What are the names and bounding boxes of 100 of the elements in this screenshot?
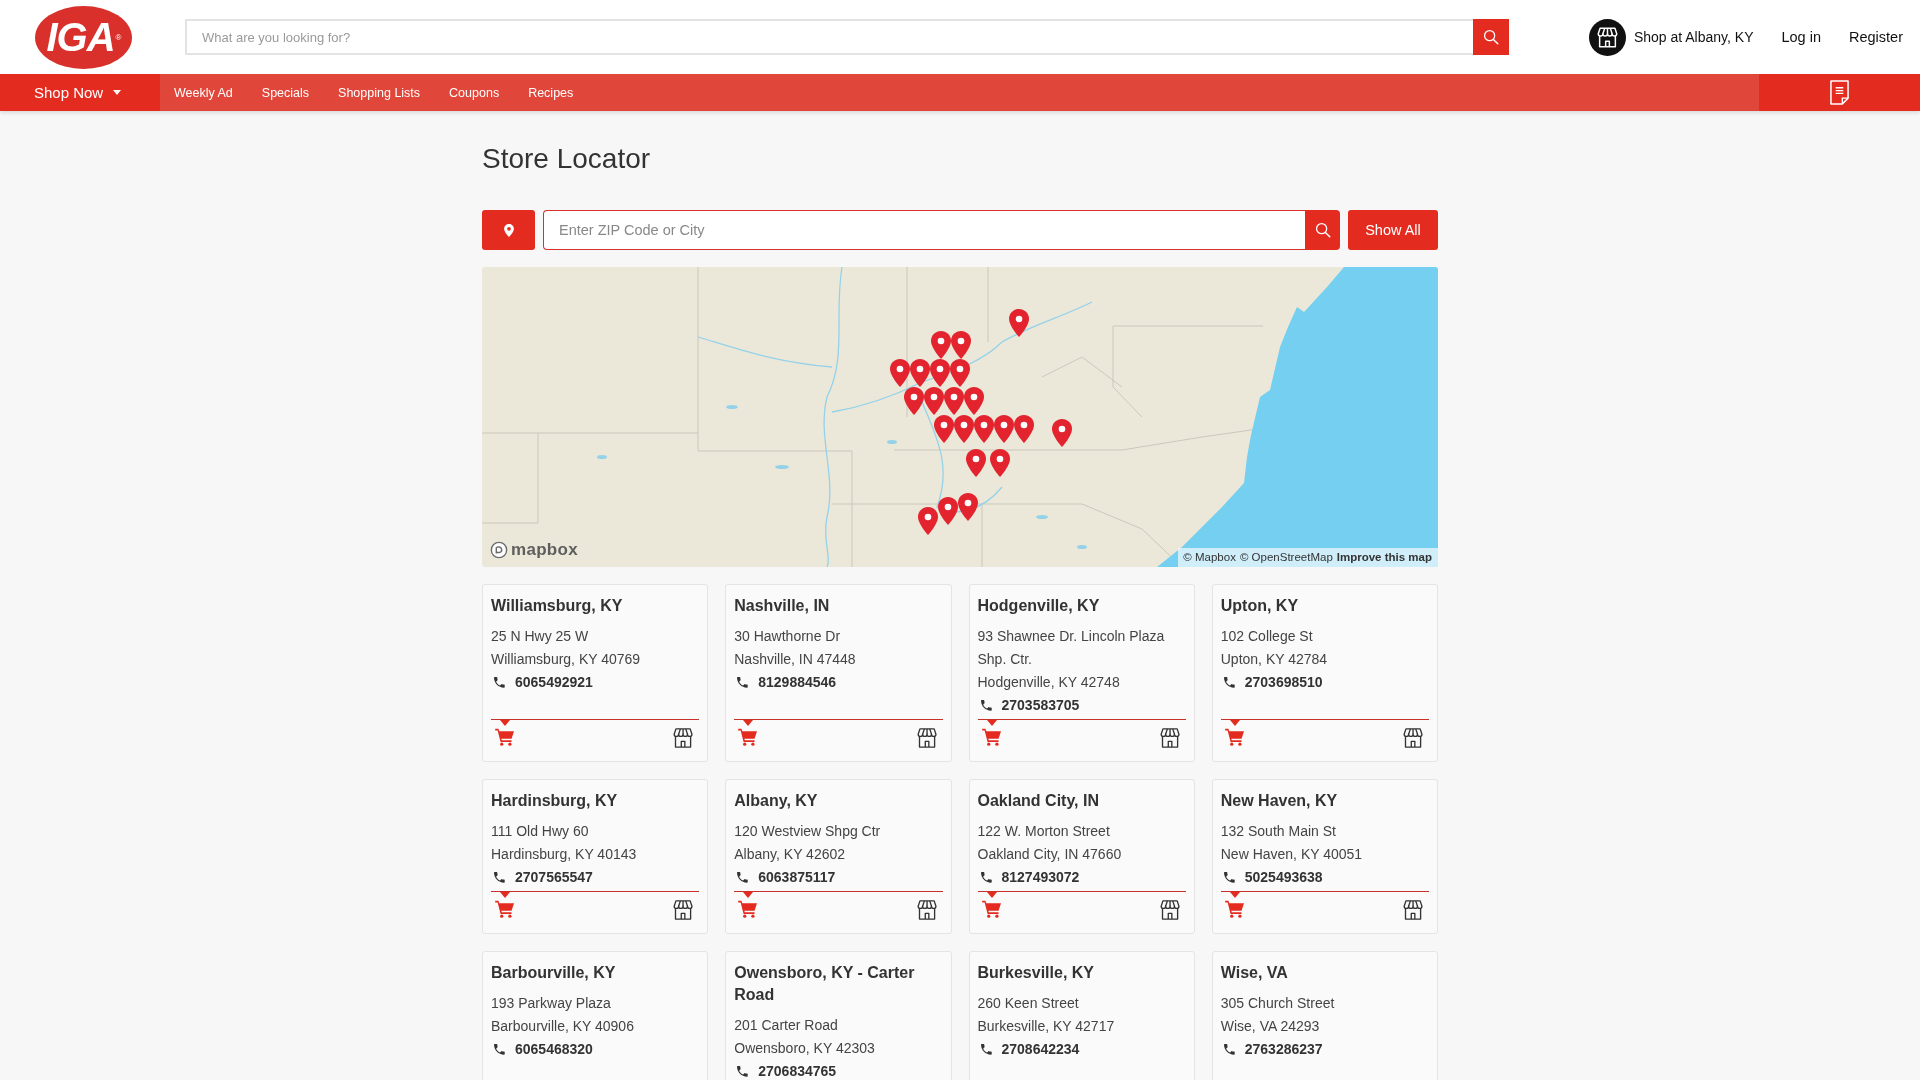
map-pin-icon[interactable] xyxy=(958,493,978,521)
phone-number[interactable]: 6065492921 xyxy=(515,671,593,694)
storefront-icon xyxy=(673,900,695,920)
store-address: 102 College St xyxy=(1220,627,1314,646)
store-name: Wise, VA xyxy=(1220,963,1289,983)
shop-now-button[interactable]: Shop Now xyxy=(0,74,160,111)
header-link[interactable]: Register xyxy=(1849,29,1903,45)
map-pin-icon[interactable] xyxy=(924,387,944,415)
nav-link[interactable]: Shopping Lists xyxy=(338,85,421,100)
search-icon xyxy=(1482,29,1499,45)
shopping-list-button[interactable] xyxy=(1759,74,1920,111)
store-address: 25 N Hwy 25 W xyxy=(491,627,590,646)
zip-search-field[interactable]: Enter ZIP Code or City xyxy=(543,210,1305,250)
cart-button[interactable] xyxy=(495,892,515,918)
search-button[interactable] xyxy=(1305,210,1340,250)
phone-number[interactable]: 8129884546 xyxy=(758,671,837,694)
store-name: Burkesville, KY xyxy=(977,963,1095,983)
phone-number[interactable]: 2703583705 xyxy=(1001,694,1080,717)
store-name: Albany, KY xyxy=(734,791,819,811)
attribution-link[interactable]: © Mapbox xyxy=(1183,550,1236,564)
map-pin-icon[interactable] xyxy=(931,331,951,359)
map-pin-icon[interactable] xyxy=(944,387,964,415)
phone-number[interactable]: 2703698510 xyxy=(1244,671,1323,694)
phone-icon xyxy=(1223,1044,1235,1055)
store-name: Upton, KY xyxy=(1220,596,1300,616)
header-link[interactable]: Log in xyxy=(1781,29,1821,45)
phone-icon xyxy=(1223,872,1235,883)
map-pin-icon[interactable] xyxy=(930,359,950,387)
cart-icon xyxy=(1224,728,1245,746)
store-address: Hodgenville, KY 42748 xyxy=(977,673,1121,692)
cart-button[interactable] xyxy=(981,892,1002,918)
map-pin-icon[interactable] xyxy=(938,497,958,525)
map-pin-icon[interactable] xyxy=(918,507,938,535)
storefront-icon xyxy=(1403,900,1424,920)
phone-number[interactable]: 5025493638 xyxy=(1244,866,1323,889)
location-pin-icon xyxy=(503,223,514,237)
pointer-icon xyxy=(1229,720,1240,726)
store-address: Oakland City, IN 47660 xyxy=(977,845,1123,864)
phone-icon xyxy=(980,700,992,711)
pointer-icon xyxy=(986,720,997,726)
nav-link[interactable]: Specials xyxy=(261,85,310,100)
map-pin-icon[interactable] xyxy=(951,331,971,359)
map-pin-icon[interactable] xyxy=(904,387,924,415)
search-field[interactable]: What are you looking for? xyxy=(185,19,1473,55)
store-name: Owensboro, KY - Carter Road xyxy=(734,963,916,1005)
map-pin-icon[interactable] xyxy=(1052,419,1072,447)
store-address: 30 Hawthorne Dr xyxy=(734,627,842,646)
phone-number[interactable]: 2763286237 xyxy=(1244,1038,1323,1061)
map-pin-icon[interactable] xyxy=(1014,415,1034,443)
cart-icon xyxy=(738,900,759,918)
phone-icon xyxy=(494,872,505,883)
phone-number[interactable]: 6065468320 xyxy=(515,1038,593,1061)
pointer-icon xyxy=(743,720,754,726)
locate-button[interactable] xyxy=(482,210,535,250)
phone-number[interactable]: 2706834765 xyxy=(758,1060,837,1080)
cart-button[interactable] xyxy=(981,720,1002,746)
pointer-icon xyxy=(500,892,510,898)
phone-number[interactable]: 6063875117 xyxy=(758,866,836,889)
cart-button[interactable] xyxy=(738,720,759,746)
map-pin-icon[interactable] xyxy=(934,415,954,443)
attribution-link[interactable]: © OpenStreetMap xyxy=(1239,550,1333,564)
phone-number[interactable]: 8127493072 xyxy=(1001,866,1080,889)
map-pin-icon[interactable] xyxy=(990,449,1010,477)
phone-icon xyxy=(494,677,505,688)
pointer-icon xyxy=(743,892,754,898)
search-button[interactable] xyxy=(1472,19,1509,55)
map-pin-icon[interactable] xyxy=(966,449,986,477)
store-address: Burkesville, KY 42717 xyxy=(977,1017,1116,1036)
map-pin-icon[interactable] xyxy=(890,359,910,387)
store-name: Hodgenville, KY xyxy=(977,596,1101,616)
store-address: 132 South Main St xyxy=(1220,822,1337,841)
storefront-icon xyxy=(916,728,938,748)
pointer-icon xyxy=(1229,892,1240,898)
map-pin-icon[interactable] xyxy=(964,387,984,415)
map-pin-icon[interactable] xyxy=(994,415,1014,443)
map-pin-icon[interactable] xyxy=(910,359,930,387)
improve-map-link[interactable]: Improve this map xyxy=(1336,550,1432,564)
store-selector-link[interactable]: Shop at Albany, KY xyxy=(1588,18,1754,56)
cart-button[interactable] xyxy=(1224,892,1245,918)
cart-button[interactable] xyxy=(495,720,515,746)
map-pin-icon[interactable] xyxy=(954,415,974,443)
nav-link[interactable]: Weekly Ad xyxy=(174,85,233,100)
pointer-icon xyxy=(986,892,997,898)
phone-number[interactable]: 2708642234 xyxy=(1001,1038,1080,1061)
map-pin-icon[interactable] xyxy=(950,359,970,387)
store-address: 201 Carter Road xyxy=(734,1016,839,1035)
storefront-icon xyxy=(673,728,695,748)
store-address: 305 Church Street xyxy=(1220,994,1336,1013)
store-name: Oakland City, IN xyxy=(977,791,1100,811)
phone-number[interactable]: 2707565547 xyxy=(515,866,593,889)
phone-icon xyxy=(494,1044,505,1055)
cart-icon xyxy=(495,900,515,918)
cart-button[interactable] xyxy=(738,892,759,918)
nav-link[interactable]: Coupons xyxy=(449,85,500,100)
map-pin-icon[interactable] xyxy=(974,415,994,443)
cart-button[interactable] xyxy=(1224,720,1245,746)
show-all-button[interactable]: Show All xyxy=(1348,210,1438,250)
map-pin-icon[interactable] xyxy=(1009,309,1029,337)
logo-text[interactable]: mapbox xyxy=(511,540,578,560)
nav-link[interactable]: Recipes xyxy=(528,85,574,100)
